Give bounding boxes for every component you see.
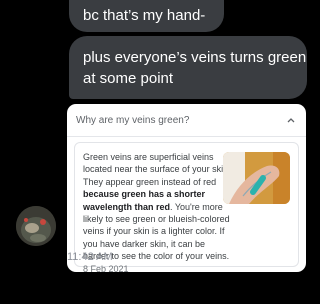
message-text: plus everyone’s veins turns green at som…	[83, 49, 307, 87]
snippet-box: Green veins are superficial veins locate…	[74, 142, 299, 272]
card-question: Why are my veins green?	[76, 115, 190, 126]
card-header[interactable]: Why are my veins green?	[67, 104, 306, 137]
message-timestamp: 11:42 AM	[67, 251, 113, 263]
snippet-thumbnail[interactable]	[223, 152, 290, 204]
avatar[interactable]	[16, 206, 56, 246]
snippet-part-1: Green veins are superficial veins locate…	[83, 152, 231, 187]
search-result-card[interactable]: Why are my veins green? Green veins are …	[67, 104, 306, 272]
chevron-up-icon[interactable]	[287, 117, 295, 123]
chat-window: bc that’s my hand- plus everyone’s veins…	[0, 0, 315, 304]
message-bubble[interactable]: plus everyone’s veins turns green at som…	[69, 36, 307, 99]
snippet-date: 8 Feb 2021	[83, 263, 129, 272]
message-text: bc that’s my hand-	[83, 7, 206, 24]
message-bubble[interactable]: bc that’s my hand-	[69, 0, 224, 32]
